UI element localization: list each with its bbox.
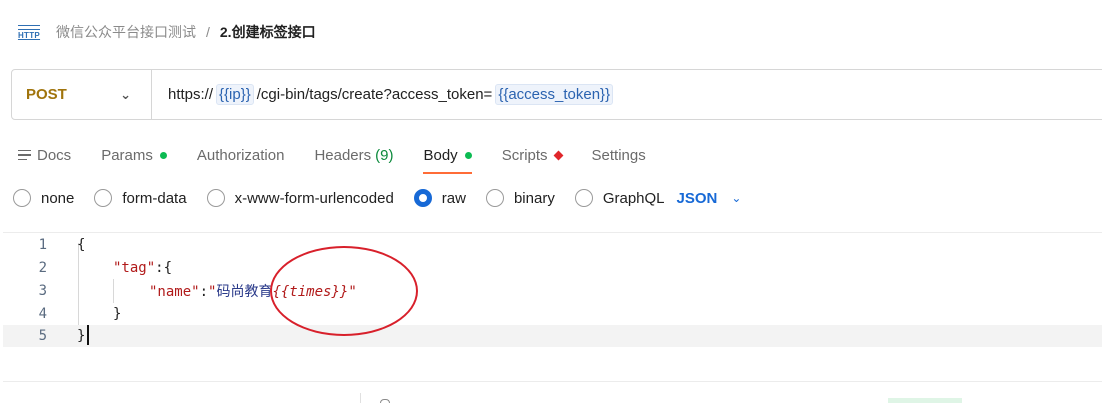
url-prefix: https:// xyxy=(168,86,214,103)
tab-authorization-label: Authorization xyxy=(196,146,285,164)
body-code-editor[interactable]: 1 { 2 "tag":{ 3 "name":"码尚教育{{times}}" 4… xyxy=(3,232,1102,382)
radio-binary[interactable] xyxy=(485,189,504,207)
text-cursor xyxy=(87,325,89,345)
url-bar: POST ⌄ https:// {{ip}} /cgi-bin/tags/cre… xyxy=(11,69,1102,120)
tab-scripts-label: Scripts xyxy=(501,146,548,164)
tab-docs[interactable]: Docs xyxy=(18,136,71,174)
body-type-graphql[interactable]: GraphQL xyxy=(574,189,665,207)
request-tabs: Docs Params Authorization Headers (9) Bo… xyxy=(0,136,1102,174)
raw-language-select[interactable]: JSON ⌄ xyxy=(677,190,742,207)
footer-divider xyxy=(360,393,361,403)
json-value-text: 码尚教育 xyxy=(216,284,273,300)
radio-graphql[interactable] xyxy=(574,189,593,207)
chevron-down-icon: ⌄ xyxy=(120,86,131,102)
breadcrumb-collection[interactable]: 微信公众平台接口测试 xyxy=(56,22,196,42)
footer-icon xyxy=(380,399,390,403)
variable-times: {{times}} xyxy=(272,284,349,300)
radio-none[interactable] xyxy=(13,189,31,207)
line-number: 1 xyxy=(38,237,47,253)
tab-settings[interactable]: Settings xyxy=(592,136,646,174)
raw-language-label: JSON xyxy=(676,189,718,207)
tab-headers-label: Headers xyxy=(314,146,372,164)
body-type-binary[interactable]: binary xyxy=(485,189,555,207)
chevron-down-icon: ⌄ xyxy=(731,191,742,205)
body-type-urlencoded[interactable]: x-www-form-urlencoded xyxy=(206,189,394,207)
url-input[interactable]: https:// {{ip}} /cgi-bin/tags/create?acc… xyxy=(152,84,616,105)
json-key-tag: "tag" xyxy=(113,260,156,276)
footer-badge xyxy=(888,398,962,403)
editor-line-2: 2 "tag":{ xyxy=(3,257,1102,279)
request-editor-window: HTTP 微信公众平台接口测试 / 2.创建标签接口 POST ⌄ https:… xyxy=(0,0,1102,403)
request-name[interactable]: 2.创建标签接口 xyxy=(220,22,316,42)
tab-scripts[interactable]: Scripts xyxy=(501,136,563,174)
code-text: " xyxy=(348,284,357,300)
body-type-selector: none form-data x-www-form-urlencoded raw… xyxy=(0,182,1102,214)
code-text: } xyxy=(77,328,86,344)
body-type-graphql-label: GraphQL xyxy=(602,189,665,207)
docs-icon xyxy=(18,148,31,162)
code-text: { xyxy=(77,237,86,253)
tab-body-label: Body xyxy=(423,146,458,164)
radio-raw[interactable] xyxy=(413,189,432,207)
body-type-form-data-label: form-data xyxy=(122,189,187,207)
params-indicator-dot xyxy=(159,151,167,159)
method-label: POST xyxy=(26,86,67,103)
body-type-raw-label: raw xyxy=(441,189,466,207)
line-number: 2 xyxy=(38,260,47,276)
body-type-urlencoded-label: x-www-form-urlencoded xyxy=(234,189,394,207)
tab-settings-label: Settings xyxy=(591,146,646,164)
tab-headers[interactable]: Headers (9) xyxy=(314,136,393,174)
tab-docs-label: Docs xyxy=(37,146,72,164)
body-type-raw[interactable]: raw xyxy=(413,189,466,207)
method-select[interactable]: POST ⌄ xyxy=(12,70,152,119)
body-type-none[interactable]: none xyxy=(13,189,74,207)
url-variable-ip[interactable]: {{ip}} xyxy=(216,84,254,105)
code-text: : xyxy=(199,284,209,300)
breadcrumb-separator: / xyxy=(206,24,210,40)
editor-line-4: 4 } xyxy=(3,303,1102,325)
tab-params[interactable]: Params xyxy=(101,136,167,174)
radio-form-data[interactable] xyxy=(94,189,113,207)
breadcrumb: HTTP 微信公众平台接口测试 / 2.创建标签接口 xyxy=(0,12,1102,52)
http-request-icon: HTTP xyxy=(16,21,42,43)
url-variable-access-token[interactable]: {{access_token}} xyxy=(495,84,614,105)
headers-count: (9) xyxy=(375,146,394,164)
line-number: 5 xyxy=(38,328,47,344)
body-indicator-dot xyxy=(464,151,472,159)
json-key-name: "name" xyxy=(149,284,200,300)
tab-authorization[interactable]: Authorization xyxy=(197,136,285,174)
tab-params-label: Params xyxy=(101,146,153,164)
editor-line-5: 5 } xyxy=(3,325,1102,347)
body-type-binary-label: binary xyxy=(513,189,555,207)
code-text: } xyxy=(113,306,122,322)
body-type-form-data[interactable]: form-data xyxy=(94,189,187,207)
url-path: /cgi-bin/tags/create?access_token= xyxy=(256,86,493,103)
radio-urlencoded[interactable] xyxy=(206,189,225,207)
line-number: 4 xyxy=(38,306,47,322)
editor-line-3: 3 "name":"码尚教育{{times}}" xyxy=(3,280,1102,302)
code-text: :{ xyxy=(155,260,173,276)
line-number: 3 xyxy=(38,283,47,299)
body-type-none-label: none xyxy=(41,189,75,207)
tab-body[interactable]: Body xyxy=(423,136,472,174)
editor-line-1: 1 { xyxy=(3,234,1102,256)
scripts-indicator-icon xyxy=(553,150,563,160)
